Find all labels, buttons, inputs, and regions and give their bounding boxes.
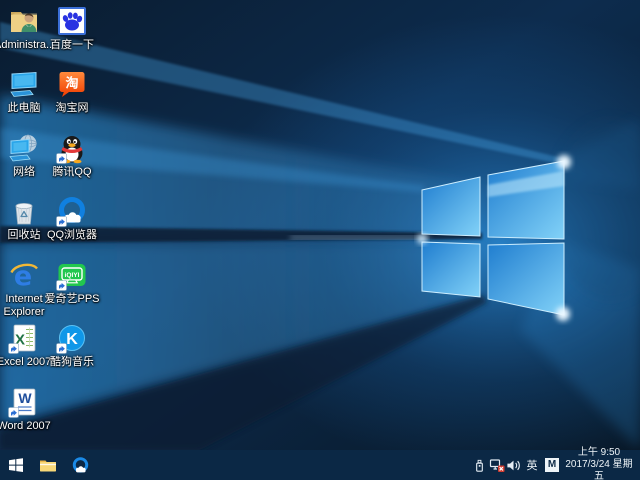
iqiyi-icon: iQIYI [56, 259, 88, 291]
clock-date: 2017/3/24 星期五 [562, 459, 636, 480]
qq-browser-icon [56, 195, 88, 227]
shortcut-arrow-overlay [9, 408, 19, 418]
desktop-icon-taobao[interactable]: 淘 淘宝网 [42, 68, 102, 115]
shortcut-arrow-overlay [9, 344, 19, 354]
icon-label: 淘宝网 [42, 102, 102, 115]
desktop-icon-word-2007[interactable]: W Word 2007 [0, 386, 54, 433]
desktop-icon-tencent-qq[interactable]: 腾讯QQ [42, 132, 102, 179]
icon-label: 爱奇艺PPS [42, 293, 102, 306]
user-folder-icon [8, 5, 40, 37]
qq-browser-icon [71, 456, 90, 475]
baidu-paw-icon [56, 5, 88, 37]
excel-icon: X [8, 322, 40, 354]
file-explorer-icon [39, 457, 57, 473]
network-disconnected-icon[interactable] [488, 450, 505, 480]
taobao-icon: 淘 [56, 68, 88, 100]
usb-device-icon[interactable] [471, 450, 488, 480]
icon-label: 百度一下 [42, 39, 102, 52]
svg-text:iQIYI: iQIYI [64, 272, 79, 279]
taskbar-qq-browser-button[interactable] [64, 450, 96, 480]
input-language-indicator[interactable]: 英 [522, 457, 542, 473]
desktop-icon-iqiyi-pps[interactable]: iQIYI 爱奇艺PPS [42, 259, 102, 306]
desktop: Administra... 此电脑 网络 回收站 [0, 0, 640, 450]
shortcut-arrow-overlay [57, 217, 67, 227]
start-button[interactable] [0, 450, 32, 480]
windows-logo-icon [8, 457, 24, 473]
shortcut-arrow-overlay [57, 344, 67, 354]
taskbar-file-explorer-button[interactable] [32, 450, 64, 480]
internet-explorer-icon: e [8, 259, 40, 291]
desktop-icon-qq-browser[interactable]: QQ浏览器 [42, 195, 102, 242]
computer-icon [8, 68, 40, 100]
svg-text:W: W [18, 390, 32, 406]
qq-penguin-icon [56, 132, 88, 164]
icon-label: Word 2007 [0, 420, 54, 433]
desktop-icon-baidu[interactable]: 百度一下 [42, 5, 102, 52]
icon-label: QQ浏览器 [42, 229, 102, 242]
svg-text:K: K [66, 331, 78, 348]
shortcut-arrow-overlay [57, 154, 67, 164]
clock-time: 上午 9:50 [562, 447, 636, 459]
icon-label: 酷狗音乐 [42, 356, 102, 369]
word-icon: W [8, 386, 40, 418]
taskbar-clock[interactable]: 上午 9:50 2017/3/24 星期五 [562, 447, 640, 480]
kugou-icon: K [56, 322, 88, 354]
icon-label: 腾讯QQ [42, 166, 102, 179]
desktop-icon-kugou-music[interactable]: K 酷狗音乐 [42, 322, 102, 369]
volume-icon[interactable] [505, 450, 522, 480]
taskbar: 英 M 上午 9:50 2017/3/24 星期五 [0, 450, 640, 480]
recycle-bin-icon [8, 195, 40, 227]
ime-mode-icon[interactable]: M [545, 458, 559, 472]
network-globe-icon [8, 132, 40, 164]
svg-text:淘: 淘 [65, 76, 78, 91]
shortcut-arrow-overlay [57, 281, 67, 291]
system-tray: 英 M 上午 9:50 2017/3/24 星期五 [471, 450, 640, 480]
